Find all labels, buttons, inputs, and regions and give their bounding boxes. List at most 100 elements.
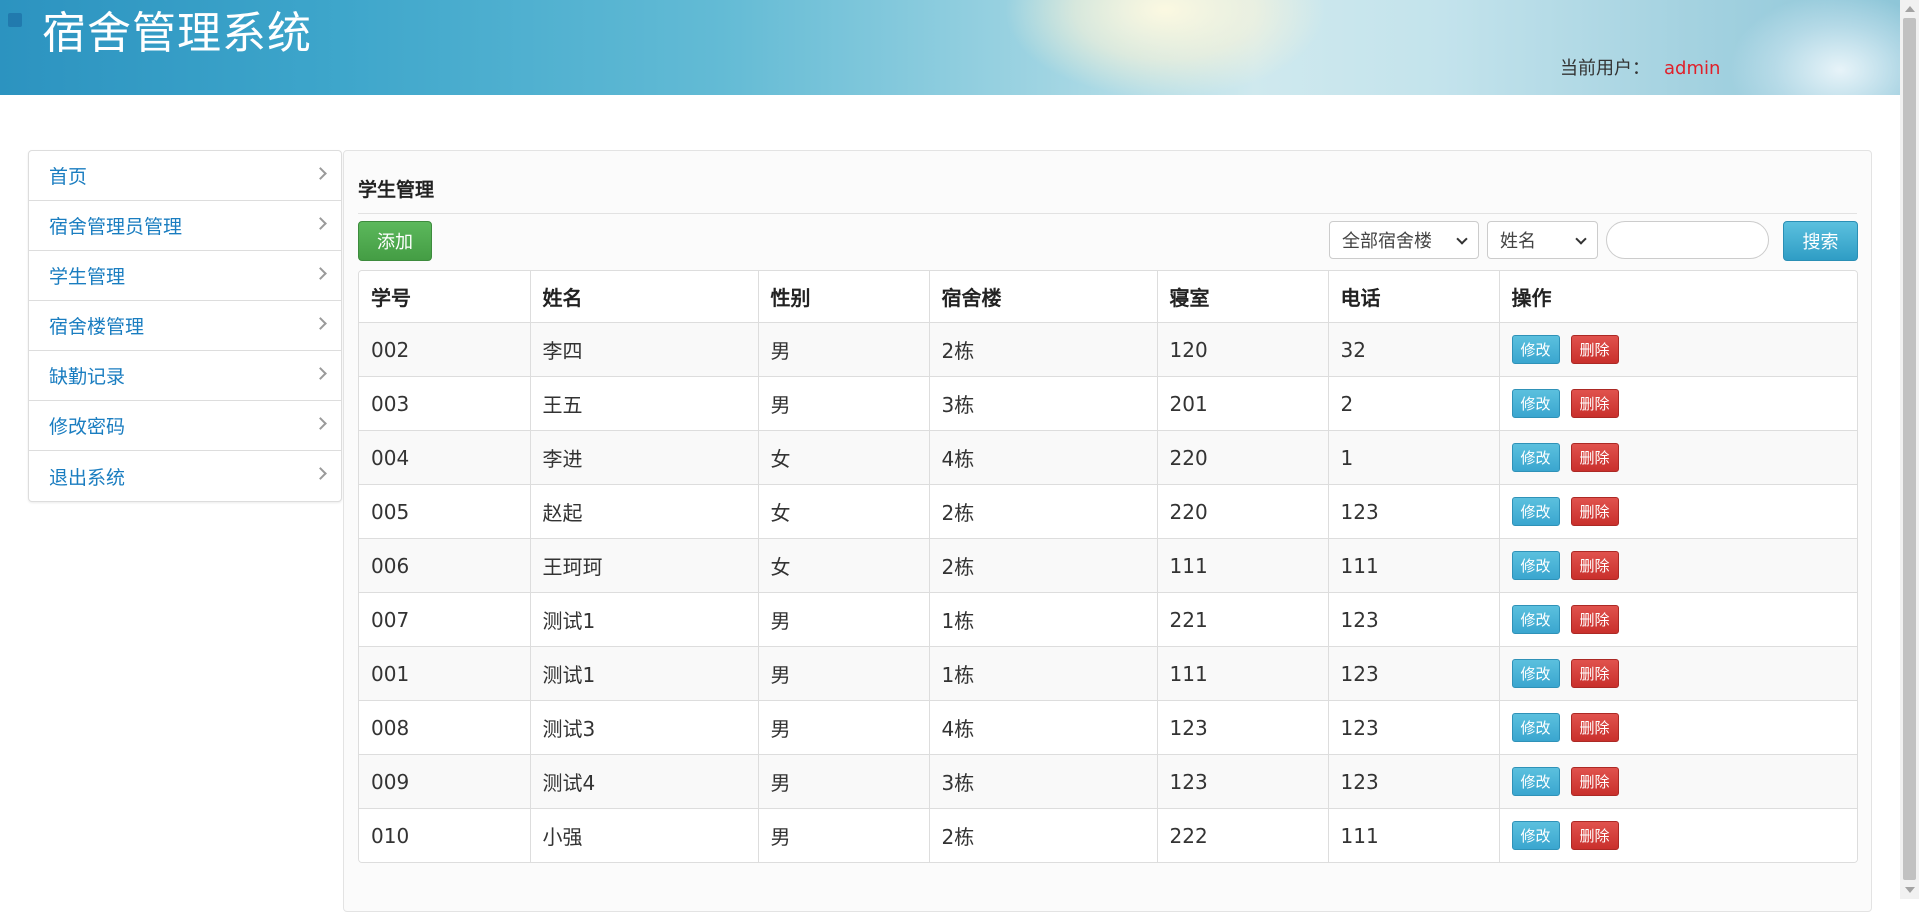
edit-button[interactable]: 修改 (1511, 713, 1560, 742)
edit-button[interactable]: 修改 (1511, 389, 1560, 418)
sidebar-item-label: 缺勤记录 (49, 366, 126, 388)
sidebar-item-logout[interactable]: 退出系统 (29, 451, 341, 501)
sidebar-nav: 首页宿舍管理员管理 学生管理宿舍楼管理缺勤记录修改密码退出系统 (28, 150, 342, 502)
cell-building: 2栋 (929, 808, 1158, 862)
building-filter-select[interactable]: 全部宿舍楼 (1329, 221, 1479, 259)
sidebar-item-label: 修改密码 (49, 416, 126, 438)
sidebar-item-absence-records[interactable]: 缺勤记录 (29, 351, 341, 401)
table-header-row: 学号 姓名 性别 宿舍楼 寝室 电话 操作 (359, 271, 1857, 323)
edit-button[interactable]: 修改 (1511, 497, 1560, 526)
delete-button[interactable]: 删除 (1570, 497, 1619, 526)
cell-room: 120 (1157, 322, 1329, 377)
cell-building: 2栋 (929, 322, 1158, 377)
cell-student-id: 001 (359, 646, 531, 701)
cell-room: 111 (1157, 538, 1329, 593)
column-header-room: 寝室 (1157, 271, 1329, 323)
delete-button[interactable]: 删除 (1570, 821, 1619, 850)
delete-button[interactable]: 删除 (1570, 605, 1619, 634)
edit-button[interactable]: 修改 (1511, 335, 1560, 364)
cell-phone: 111 (1328, 808, 1500, 862)
table-row: 006 王珂珂女 2栋 111 111 修改 删除 (359, 538, 1857, 593)
app-title: 宿舍管理系统 (42, 8, 312, 59)
delete-button[interactable]: 删除 (1570, 767, 1619, 796)
chevron-right-icon (314, 217, 327, 230)
cell-phone: 123 (1328, 592, 1500, 647)
sidebar-item-dorm-building-management[interactable]: 宿舍楼管理 (29, 301, 341, 351)
edit-button[interactable]: 修改 (1511, 659, 1560, 688)
cell-building: 3栋 (929, 376, 1158, 431)
chevron-right-icon (314, 417, 327, 430)
table-row: 002 李四男 2栋 120 32 修改 删除 (359, 322, 1857, 377)
edit-button[interactable]: 修改 (1511, 605, 1560, 634)
cell-actions: 修改 删除 (1499, 430, 1857, 485)
cell-gender: 男 (758, 592, 930, 647)
cell-actions: 修改 删除 (1499, 646, 1857, 701)
column-header-student-id: 学号 (359, 271, 531, 323)
cell-name: 小强 (530, 808, 759, 862)
scroll-up-arrow-icon[interactable] (1905, 6, 1915, 12)
cell-actions: 修改 删除 (1499, 808, 1857, 862)
page-title: 学生管理 (358, 179, 435, 201)
sidebar-item-label: 首页 (49, 166, 88, 188)
cell-name: 测试1 (530, 592, 759, 647)
cell-building: 1栋 (929, 592, 1158, 647)
sidebar-item-label: 退出系统 (49, 466, 126, 489)
search-field-select[interactable]: 姓名 (1487, 221, 1598, 259)
chevron-right-icon (314, 467, 327, 480)
column-header-gender: 性别 (758, 271, 930, 323)
cell-room: 222 (1157, 808, 1329, 862)
cell-student-id: 006 (359, 538, 531, 593)
delete-button[interactable]: 删除 (1570, 659, 1619, 688)
column-header-name: 姓名 (530, 271, 759, 323)
column-header-building: 宿舍楼 (929, 271, 1158, 323)
cell-room: 201 (1157, 376, 1329, 431)
chevron-down-icon (1456, 233, 1468, 245)
sidebar-item-change-password[interactable]: 修改密码 (29, 401, 341, 451)
page-scrollbar[interactable] (1900, 0, 1919, 899)
chevron-right-icon (314, 167, 327, 180)
main-panel: 学生管理 添加 全部宿舍楼 姓名 搜索 学号 姓名 性别 宿舍楼 寝室 电话 操作 002 李… (343, 150, 1872, 912)
cell-actions: 修改 删除 (1499, 376, 1857, 431)
cell-student-id: 008 (359, 700, 531, 755)
delete-button[interactable]: 删除 (1570, 443, 1619, 472)
edit-button[interactable]: 修改 (1511, 821, 1560, 850)
table-row: 001 测试1 男 1栋 111 123 修改 删除 (359, 646, 1857, 701)
search-input[interactable] (1606, 221, 1769, 259)
cell-gender: 男 (758, 322, 930, 377)
cell-phone: 32 (1328, 322, 1500, 377)
chevron-right-icon (314, 317, 327, 330)
table-row: 007 测试1 男 1栋 221 123 修改 删除 (359, 592, 1857, 647)
table-row: 009 测试4 男 3栋 123 123 修改 删除 (359, 754, 1857, 809)
cell-actions: 修改 删除 (1499, 484, 1857, 539)
edit-button[interactable]: 修改 (1511, 767, 1560, 796)
add-student-button[interactable]: 添加 (358, 221, 432, 261)
header-banner: 宿舍管理系统 当前用户： admin (0, 0, 1900, 95)
delete-button[interactable]: 删除 (1570, 551, 1619, 580)
sidebar-item-dorm-admin-management[interactable]: 宿舍管理员管理 (29, 201, 341, 251)
sidebar-item-home[interactable]: 首页 (29, 151, 341, 201)
cell-room: 123 (1157, 754, 1329, 809)
scroll-thumb[interactable] (1903, 18, 1916, 880)
cell-actions: 修改 删除 (1499, 322, 1857, 377)
delete-button[interactable]: 删除 (1570, 335, 1619, 364)
edit-button[interactable]: 修改 (1511, 443, 1560, 472)
cell-building: 1栋 (929, 646, 1158, 701)
table-row: 010 小强男 2栋 222 111 修改 删除 (359, 808, 1857, 862)
current-user-label: 当前用户： (1560, 58, 1650, 79)
search-button[interactable]: 搜索 (1783, 221, 1858, 261)
cell-name: 赵起 (530, 484, 759, 539)
edit-button[interactable]: 修改 (1511, 551, 1560, 580)
current-user-info: 当前用户： admin (1560, 54, 1720, 80)
chevron-right-icon (314, 267, 327, 280)
delete-button[interactable]: 删除 (1570, 713, 1619, 742)
cell-name: 李四 (530, 322, 759, 377)
cell-name: 测试4 (530, 754, 759, 809)
scroll-down-arrow-icon[interactable] (1905, 887, 1915, 893)
sidebar-item-student-management[interactable]: 学生管理 (29, 251, 341, 301)
sidebar-item-label: 宿舍楼管理 (49, 316, 145, 338)
cell-name: 测试1 (530, 646, 759, 701)
title-divider (358, 213, 1857, 214)
table-row: 003 王五男 3栋 201 2 修改 删除 (359, 376, 1857, 431)
table-row: 004 李进女 4栋 220 1 修改 删除 (359, 430, 1857, 485)
delete-button[interactable]: 删除 (1570, 389, 1619, 418)
